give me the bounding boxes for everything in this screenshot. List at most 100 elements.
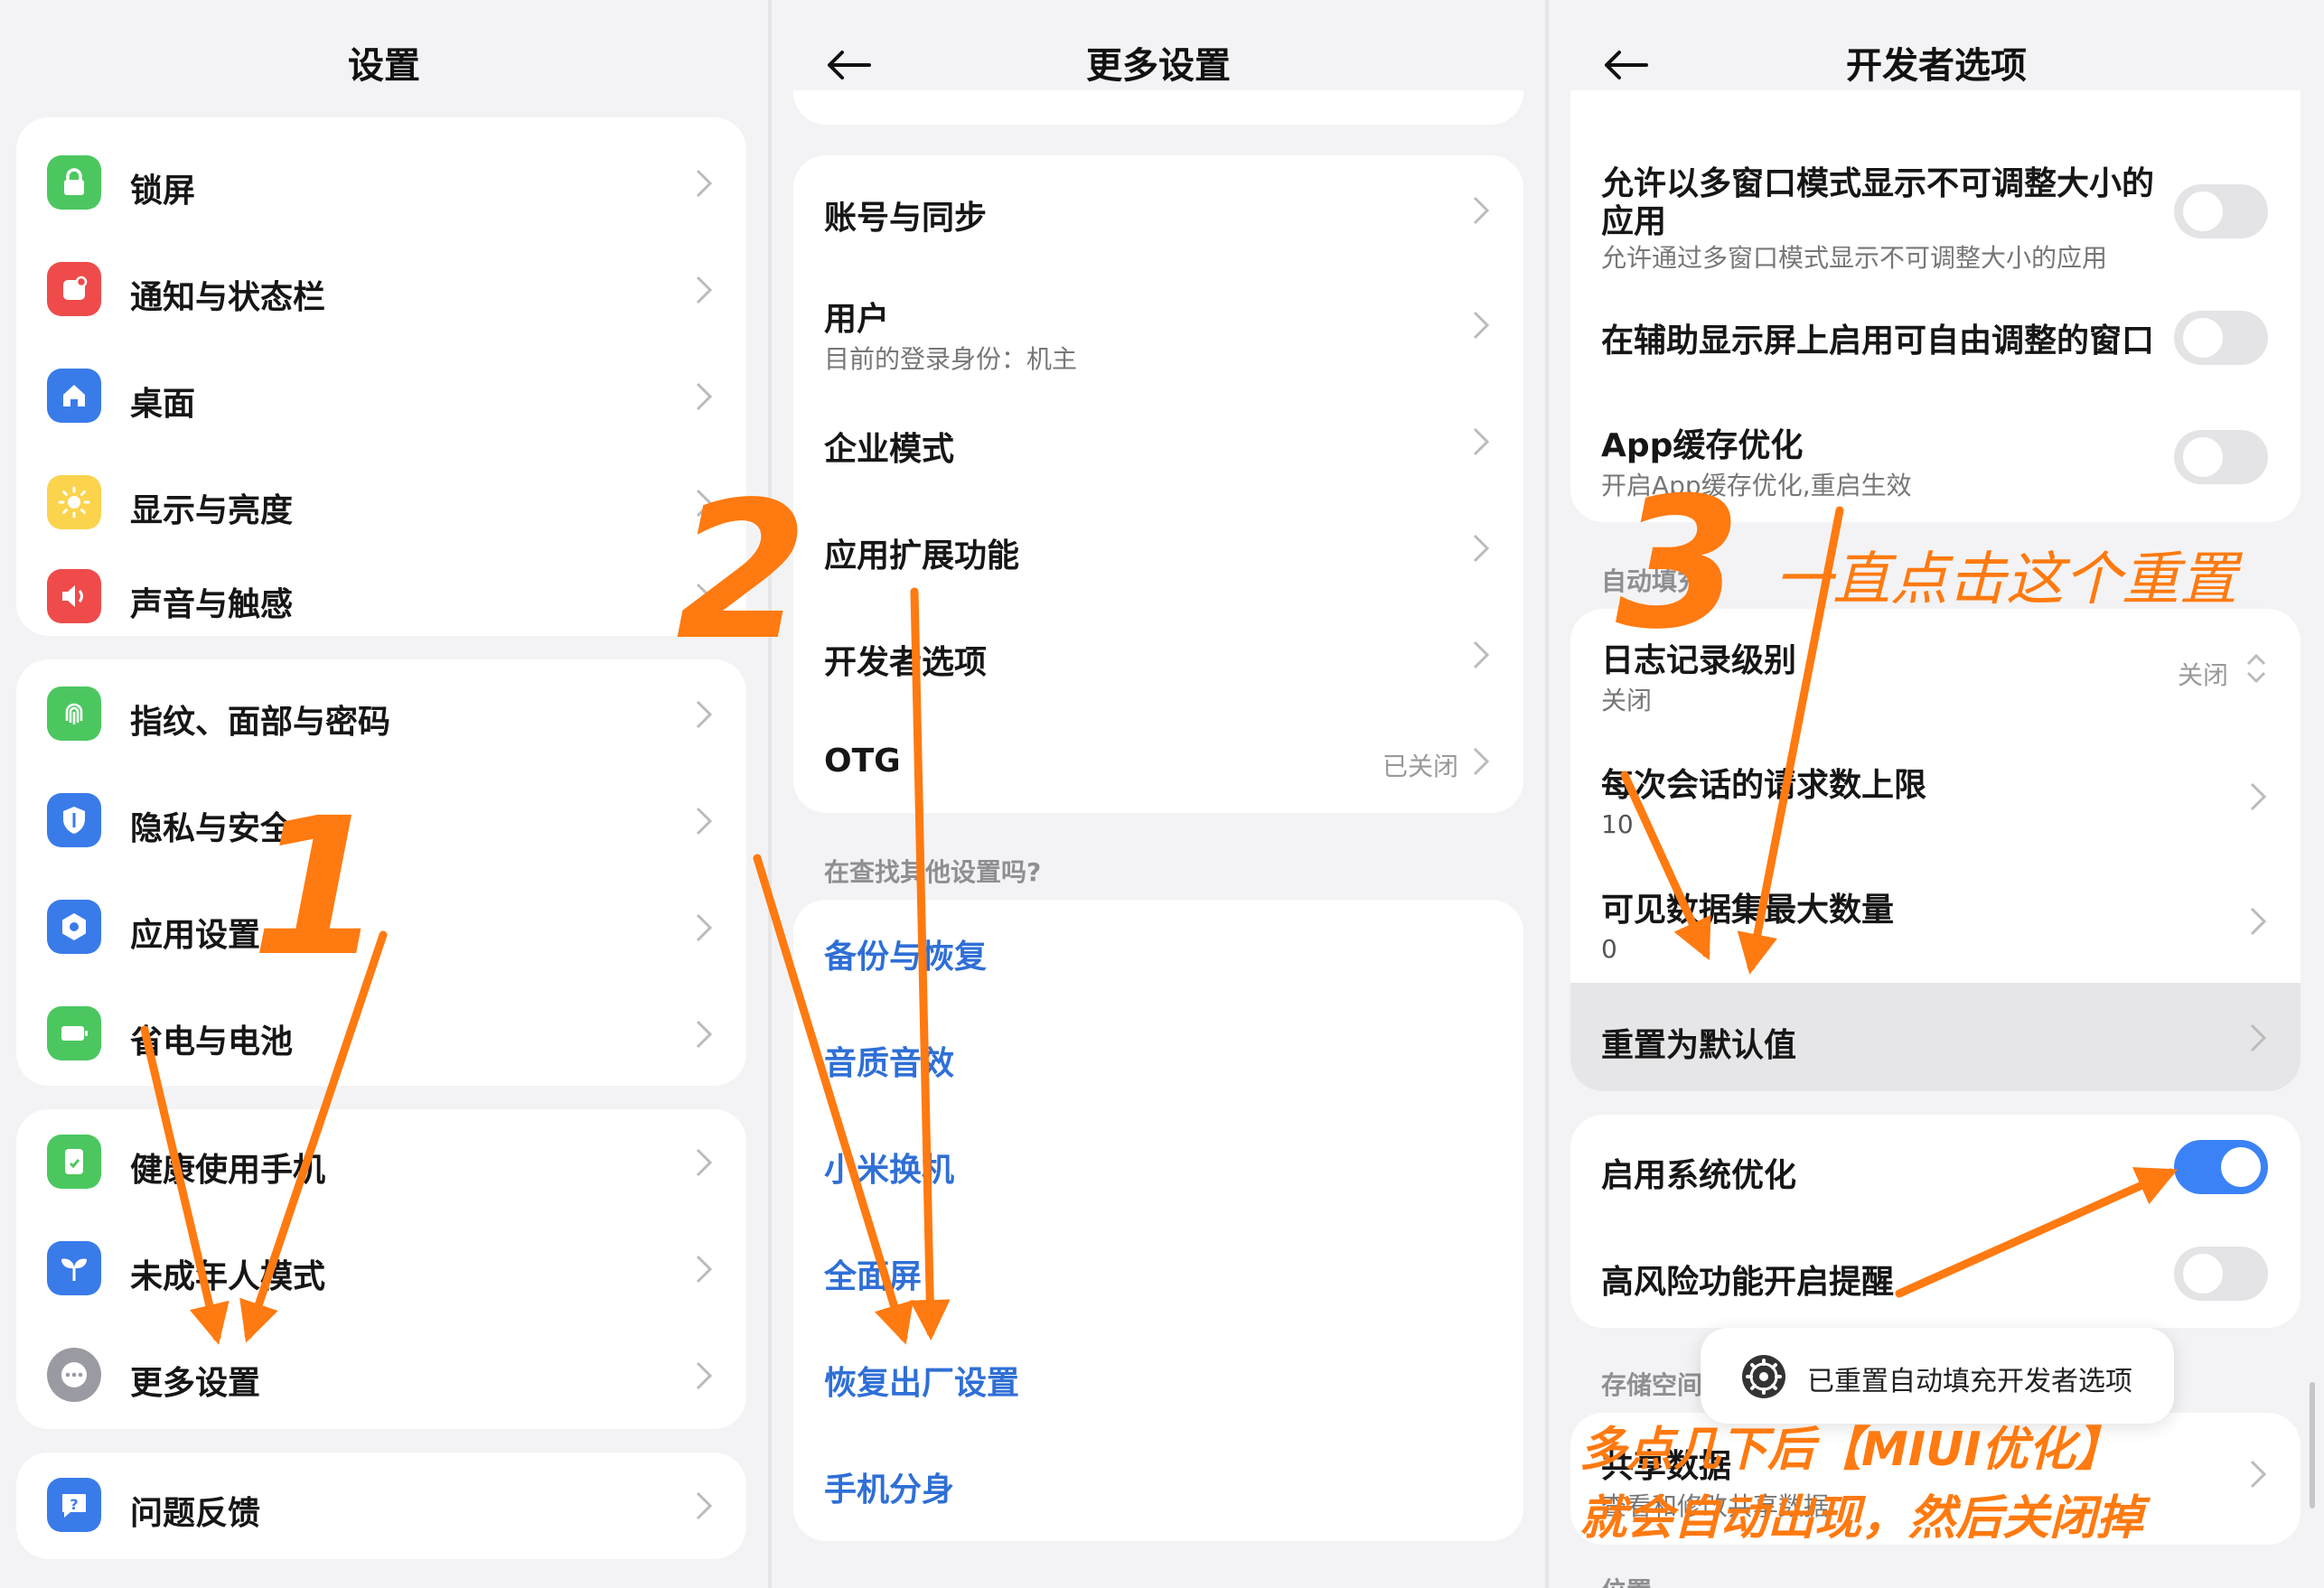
settings-header: 设置 bbox=[0, 0, 768, 117]
settings-item-label: 桌面 bbox=[130, 386, 196, 423]
settings-item-more-settings[interactable]: 更多设置 bbox=[16, 1322, 746, 1429]
max-datasets-item[interactable]: 可见数据集最大数量 0 bbox=[1570, 858, 2301, 983]
chevron-right-icon bbox=[696, 1020, 713, 1049]
enterprise-mode-item[interactable]: 企业模式 bbox=[793, 387, 1523, 493]
miui-note-line-2: 就会自动出现，然后关闭掉 bbox=[1579, 1491, 2144, 1546]
otg-status: 已关闭 bbox=[1382, 752, 1458, 781]
settings-item-label: 未成年人模式 bbox=[130, 1258, 326, 1295]
item-label: 可见数据集最大数量 bbox=[1601, 892, 1895, 929]
page-title: 更多设置 bbox=[1086, 45, 1231, 87]
item-label: 高风险功能开启提醒 bbox=[1601, 1264, 1895, 1301]
chevron-right-icon bbox=[2250, 1023, 2267, 1052]
sound-effects-link[interactable]: 音质音效 bbox=[824, 1037, 954, 1084]
page-title: 开发者选项 bbox=[1846, 45, 2027, 87]
settings-item-label: 通知与状态栏 bbox=[130, 279, 326, 316]
svg-text:?: ? bbox=[70, 1496, 78, 1513]
item-label: 账号与同步 bbox=[824, 200, 988, 237]
settings-item-feedback[interactable]: ? 问题反馈 bbox=[16, 1453, 746, 1559]
home-icon bbox=[47, 369, 101, 423]
toggle-knob bbox=[2183, 318, 2223, 358]
item-label: 在辅助显示屏上启用可自由调整的窗口 bbox=[1601, 322, 2155, 360]
step-2-marker: 2 bbox=[676, 461, 809, 682]
multiwindow-toggle[interactable] bbox=[2174, 184, 2268, 238]
chevron-right-icon bbox=[1473, 196, 1490, 225]
multiwindow-resizable-item[interactable]: 允许以多窗口模式显示不可调整大小的 应用 允许通过多窗口模式显示不可调整大小的应… bbox=[1570, 126, 2301, 280]
item-label: 开发者选项 bbox=[824, 644, 988, 681]
chevron-right-icon bbox=[1473, 534, 1490, 563]
speaker-icon bbox=[47, 569, 101, 623]
settings-item-home-screen[interactable]: 桌面 bbox=[16, 343, 746, 450]
chevron-right-icon bbox=[696, 913, 713, 942]
full-screen-link[interactable]: 全面屏 bbox=[824, 1250, 922, 1297]
more-icon bbox=[47, 1348, 101, 1402]
settings-item-label: 问题反馈 bbox=[130, 1495, 261, 1532]
step-3-marker: 3 bbox=[1616, 459, 1742, 669]
wellbeing-icon bbox=[47, 1135, 101, 1189]
app-extension-item[interactable]: 应用扩展功能 bbox=[793, 493, 1523, 600]
item-label: OTG bbox=[824, 743, 901, 780]
item-subtitle: 允许通过多窗口模式显示不可调整大小的应用 bbox=[1601, 243, 2108, 273]
settings-gear-icon bbox=[1742, 1355, 1785, 1398]
settings-item-label: 显示与亮度 bbox=[130, 492, 294, 529]
developer-options-item[interactable]: 开发者选项 bbox=[793, 600, 1523, 706]
settings-group-4: ? 问题反馈 bbox=[16, 1453, 746, 1559]
dual-apps-link[interactable]: 手机分身 bbox=[824, 1463, 954, 1510]
storage-section-header: 存储空间 bbox=[1601, 1370, 1703, 1400]
system-optimization-item[interactable]: 启用系统优化 bbox=[1570, 1115, 2301, 1221]
chevron-right-icon bbox=[2250, 782, 2267, 811]
toast-message: 已重置自动填充开发者选项 bbox=[1807, 1366, 2132, 1397]
shield-icon bbox=[47, 793, 101, 847]
settings-item-lock-screen[interactable]: 锁屏 bbox=[16, 130, 746, 237]
sun-icon bbox=[47, 475, 101, 529]
settings-item-sound[interactable]: 声音与触感 bbox=[16, 556, 746, 636]
up-down-chevron-icon bbox=[2246, 653, 2266, 684]
app-settings-icon bbox=[47, 900, 101, 954]
fingerprint-icon bbox=[47, 687, 101, 741]
autofill-group: 日志记录级别 关闭 关闭 每次会话的请求数上限 10 可见数据集最大数量 0 重… bbox=[1570, 609, 2301, 1091]
chevron-right-icon bbox=[696, 1361, 713, 1390]
item-label-line2: 应用 bbox=[1601, 203, 1667, 240]
step-3-instruction: 一直点击这个重置 bbox=[1775, 546, 2237, 613]
sprout-icon bbox=[47, 1241, 101, 1295]
otg-item[interactable]: OTG 已关闭 bbox=[793, 706, 1523, 813]
settings-item-label: 声音与触感 bbox=[130, 586, 294, 623]
user-item[interactable]: 用户 目前的登录身份：机主 bbox=[793, 262, 1523, 387]
settings-item-label: 应用设置 bbox=[130, 917, 261, 954]
max-requests-item[interactable]: 每次会话的请求数上限 10 bbox=[1570, 733, 2301, 858]
toggle-knob bbox=[2183, 1254, 2223, 1294]
system-optimization-group: 启用系统优化 高风险功能开启提醒 bbox=[1570, 1115, 2301, 1328]
item-label: 每次会话的请求数上限 bbox=[1601, 767, 1927, 804]
section-header: 在查找其他设置吗? bbox=[824, 857, 1042, 887]
item-subtitle: 关闭 bbox=[1601, 686, 1653, 715]
settings-item-display[interactable]: 显示与亮度 bbox=[16, 450, 746, 556]
window-options-group: 允许以多窗口模式显示不可调整大小的 应用 允许通过多窗口模式显示不可调整大小的应… bbox=[1570, 90, 2301, 522]
account-sync-item[interactable]: 账号与同步 bbox=[793, 155, 1523, 262]
app-cache-toggle[interactable] bbox=[2174, 430, 2268, 484]
freeform-toggle[interactable] bbox=[2174, 311, 2268, 365]
feedback-icon: ? bbox=[47, 1478, 101, 1532]
settings-item-wellbeing[interactable]: 健康使用手机 bbox=[16, 1109, 746, 1216]
chevron-right-icon bbox=[1473, 427, 1490, 456]
toggle-knob bbox=[2183, 437, 2223, 477]
backup-restore-link[interactable]: 备份与恢复 bbox=[824, 930, 987, 977]
high-risk-toggle[interactable] bbox=[2174, 1247, 2268, 1301]
factory-reset-link[interactable]: 恢复出厂设置 bbox=[824, 1357, 1019, 1404]
mi-mover-link[interactable]: 小米换机 bbox=[824, 1144, 954, 1191]
system-optimization-toggle[interactable] bbox=[2174, 1140, 2268, 1194]
high-risk-reminder-item[interactable]: 高风险功能开启提醒 bbox=[1570, 1221, 2301, 1328]
chevron-right-icon bbox=[696, 1491, 713, 1520]
toggle-knob bbox=[2221, 1147, 2261, 1187]
scrollbar[interactable] bbox=[2310, 1382, 2315, 1509]
reset-default-item[interactable]: 重置为默认值 bbox=[1570, 983, 2301, 1091]
settings-item-label: 健康使用手机 bbox=[130, 1152, 326, 1189]
position-section-header: 位置 bbox=[1601, 1572, 1652, 1588]
settings-item-notifications[interactable]: 通知与状态栏 bbox=[16, 237, 746, 343]
settings-item-label: 省电与电池 bbox=[130, 1023, 294, 1060]
other-settings-links: 备份与恢复 音质音效 小米换机 全面屏 恢复出厂设置 手机分身 bbox=[793, 900, 1523, 1541]
freeform-window-item[interactable]: 在辅助显示屏上启用可自由调整的窗口 bbox=[1570, 280, 2301, 388]
chevron-right-icon bbox=[696, 169, 713, 198]
settings-item-fingerprint[interactable]: 指纹、面部与密码 bbox=[16, 659, 746, 766]
item-label: 重置为默认值 bbox=[1601, 1027, 1797, 1064]
settings-panel: 设置 锁屏 通知与状态栏 桌面 显示与亮度 声音与触感 指纹、面部与密码 隐私与… bbox=[0, 0, 768, 1588]
settings-item-minor-mode[interactable]: 未成年人模式 bbox=[16, 1216, 746, 1322]
